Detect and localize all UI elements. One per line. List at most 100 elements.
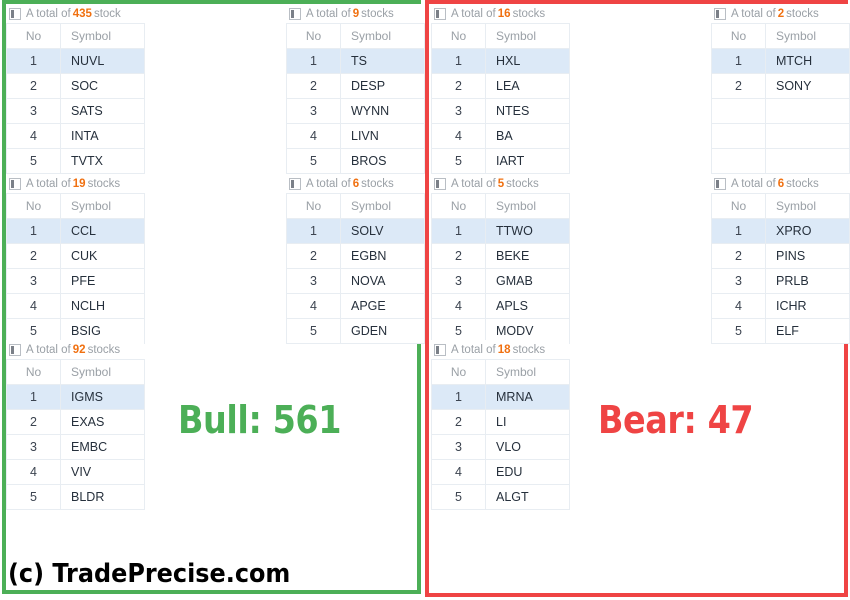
table-header-row: No Symbol (286, 193, 425, 219)
table-row[interactable]: 4 INTA (6, 123, 145, 149)
panel-header-suffix: stocks (786, 177, 819, 190)
bull-count-label: Bull: 561 (178, 398, 342, 442)
table-row[interactable]: 5 GDEN (286, 318, 425, 344)
table-row[interactable]: 3 PFE (6, 268, 145, 294)
table-row[interactable]: 1 MRNA (431, 384, 570, 410)
table-row[interactable]: 4 EDU (431, 459, 570, 485)
table-row[interactable]: 4 VIV (6, 459, 145, 485)
cell-no: 4 (286, 123, 341, 149)
cell-symbol: EDU (485, 459, 570, 485)
column-header-symbol[interactable]: Symbol (60, 23, 145, 49)
cell-symbol: PRLB (765, 268, 850, 294)
cell-no: 2 (711, 73, 766, 99)
table-row[interactable]: 4 NCLH (6, 293, 145, 319)
cell-symbol: GDEN (340, 318, 425, 344)
table-row[interactable]: 4 APGE (286, 293, 425, 319)
table-row[interactable]: 2 SOC (6, 73, 145, 99)
table-row[interactable]: 4 BA (431, 123, 570, 149)
table-row[interactable]: 1 CCL (6, 218, 145, 244)
panel-stock-count: 2 (777, 7, 785, 20)
table-row[interactable]: 2 BEKE (431, 243, 570, 269)
panel-header: A total of 16 stocks (431, 4, 569, 23)
panel-stock-count: 19 (72, 177, 86, 190)
table-row[interactable]: 5 BLDR (6, 484, 145, 510)
table-row[interactable]: 3 EMBC (6, 434, 145, 460)
table-row[interactable]: 4 LIVN (286, 123, 425, 149)
column-header-no[interactable]: No (286, 193, 341, 219)
cell-no: 3 (431, 434, 486, 460)
table-row[interactable]: 1 NUVL (6, 48, 145, 74)
column-header-symbol[interactable]: Symbol (485, 23, 570, 49)
panel-header-prefix: A total of (26, 7, 71, 20)
column-header-no[interactable]: No (6, 23, 61, 49)
column-header-symbol[interactable]: Symbol (340, 23, 425, 49)
table-row[interactable]: 2 EGBN (286, 243, 425, 269)
table-row[interactable]: 2 DESP (286, 73, 425, 99)
table-header-row: No Symbol (431, 359, 570, 385)
table-row[interactable]: 3 NOVA (286, 268, 425, 294)
table-row[interactable]: 4 APLS (431, 293, 570, 319)
table-row[interactable]: 2 LEA (431, 73, 570, 99)
table-row[interactable]: 3 VLO (431, 434, 570, 460)
column-header-no[interactable]: No (711, 23, 766, 49)
column-header-symbol[interactable]: Symbol (60, 193, 145, 219)
table-row[interactable]: 4 ICHR (711, 293, 850, 319)
table-row[interactable]: 3 SATS (6, 98, 145, 124)
column-header-no[interactable]: No (6, 359, 61, 385)
panel-header-suffix: stocks (87, 177, 121, 190)
cell-symbol: SATS (60, 98, 145, 124)
table-row[interactable]: 1 TTWO (431, 218, 570, 244)
column-header-no[interactable]: No (6, 193, 61, 219)
column-header-symbol[interactable]: Symbol (60, 359, 145, 385)
column-header-symbol[interactable]: Symbol (765, 23, 850, 49)
panel-header-prefix: A total of (26, 343, 71, 356)
table-row[interactable]: 1 IGMS (6, 384, 145, 410)
stock-table: No Symbol 1 MRNA 2 LI 3 VLO 4 EDU 5 ALGT (431, 359, 570, 510)
table-header-row: No Symbol (431, 23, 570, 49)
column-header-no[interactable]: No (286, 23, 341, 49)
table-row[interactable]: 1 SOLV (286, 218, 425, 244)
table-row[interactable]: 5 BROS (286, 148, 425, 174)
stock-table: No Symbol 1 MTCH 2 SONY (711, 23, 850, 174)
cell-no: 2 (6, 73, 61, 99)
table-row[interactable]: 3 GMAB (431, 268, 570, 294)
table-panel-icon (9, 7, 21, 20)
column-header-symbol[interactable]: Symbol (485, 359, 570, 385)
table-row[interactable]: 2 PINS (711, 243, 850, 269)
column-header-symbol[interactable]: Symbol (340, 193, 425, 219)
table-row[interactable]: 1 MTCH (711, 48, 850, 74)
table-row[interactable]: 5 TVTX (6, 148, 145, 174)
table-row[interactable]: 2 EXAS (6, 409, 145, 435)
cell-symbol (765, 123, 850, 149)
table-row[interactable]: 5 ELF (711, 318, 850, 344)
cell-symbol: LIVN (340, 123, 425, 149)
table-row[interactable]: 5 ALGT (431, 484, 570, 510)
column-header-no[interactable]: No (431, 359, 486, 385)
table-header-row: No Symbol (711, 23, 850, 49)
table-row[interactable]: 1 TS (286, 48, 425, 74)
table-header-row: No Symbol (6, 359, 145, 385)
cell-symbol: DESP (340, 73, 425, 99)
column-header-symbol[interactable]: Symbol (485, 193, 570, 219)
column-header-no[interactable]: No (431, 193, 486, 219)
table-row[interactable]: 5 IART (431, 148, 570, 174)
table-row[interactable]: 1 HXL (431, 48, 570, 74)
table-row[interactable]: 2 SONY (711, 73, 850, 99)
table-row[interactable]: 3 PRLB (711, 268, 850, 294)
stock-panel-bear-p3: A total of 5 stocks No Symbol 1 TTWO 2 BEKE 3 GMAB… (431, 174, 570, 344)
column-header-no[interactable]: No (711, 193, 766, 219)
column-header-symbol[interactable]: Symbol (765, 193, 850, 219)
stock-table: No Symbol 1 TS 2 DESP 3 WYNN 4 LIVN 5 BROS (286, 23, 425, 174)
cell-no: 3 (6, 268, 61, 294)
table-row[interactable]: 2 LI (431, 409, 570, 435)
panel-header: A total of 92 stocks (6, 340, 144, 359)
panel-stock-count: 16 (497, 7, 511, 20)
table-row[interactable]: 3 NTES (431, 98, 570, 124)
table-row[interactable]: 1 XPRO (711, 218, 850, 244)
table-panel-icon (434, 177, 446, 190)
cell-symbol: MRNA (485, 384, 570, 410)
table-row[interactable]: 2 CUK (6, 243, 145, 269)
column-header-no[interactable]: No (431, 23, 486, 49)
cell-symbol: XPRO (765, 218, 850, 244)
table-row[interactable]: 3 WYNN (286, 98, 425, 124)
